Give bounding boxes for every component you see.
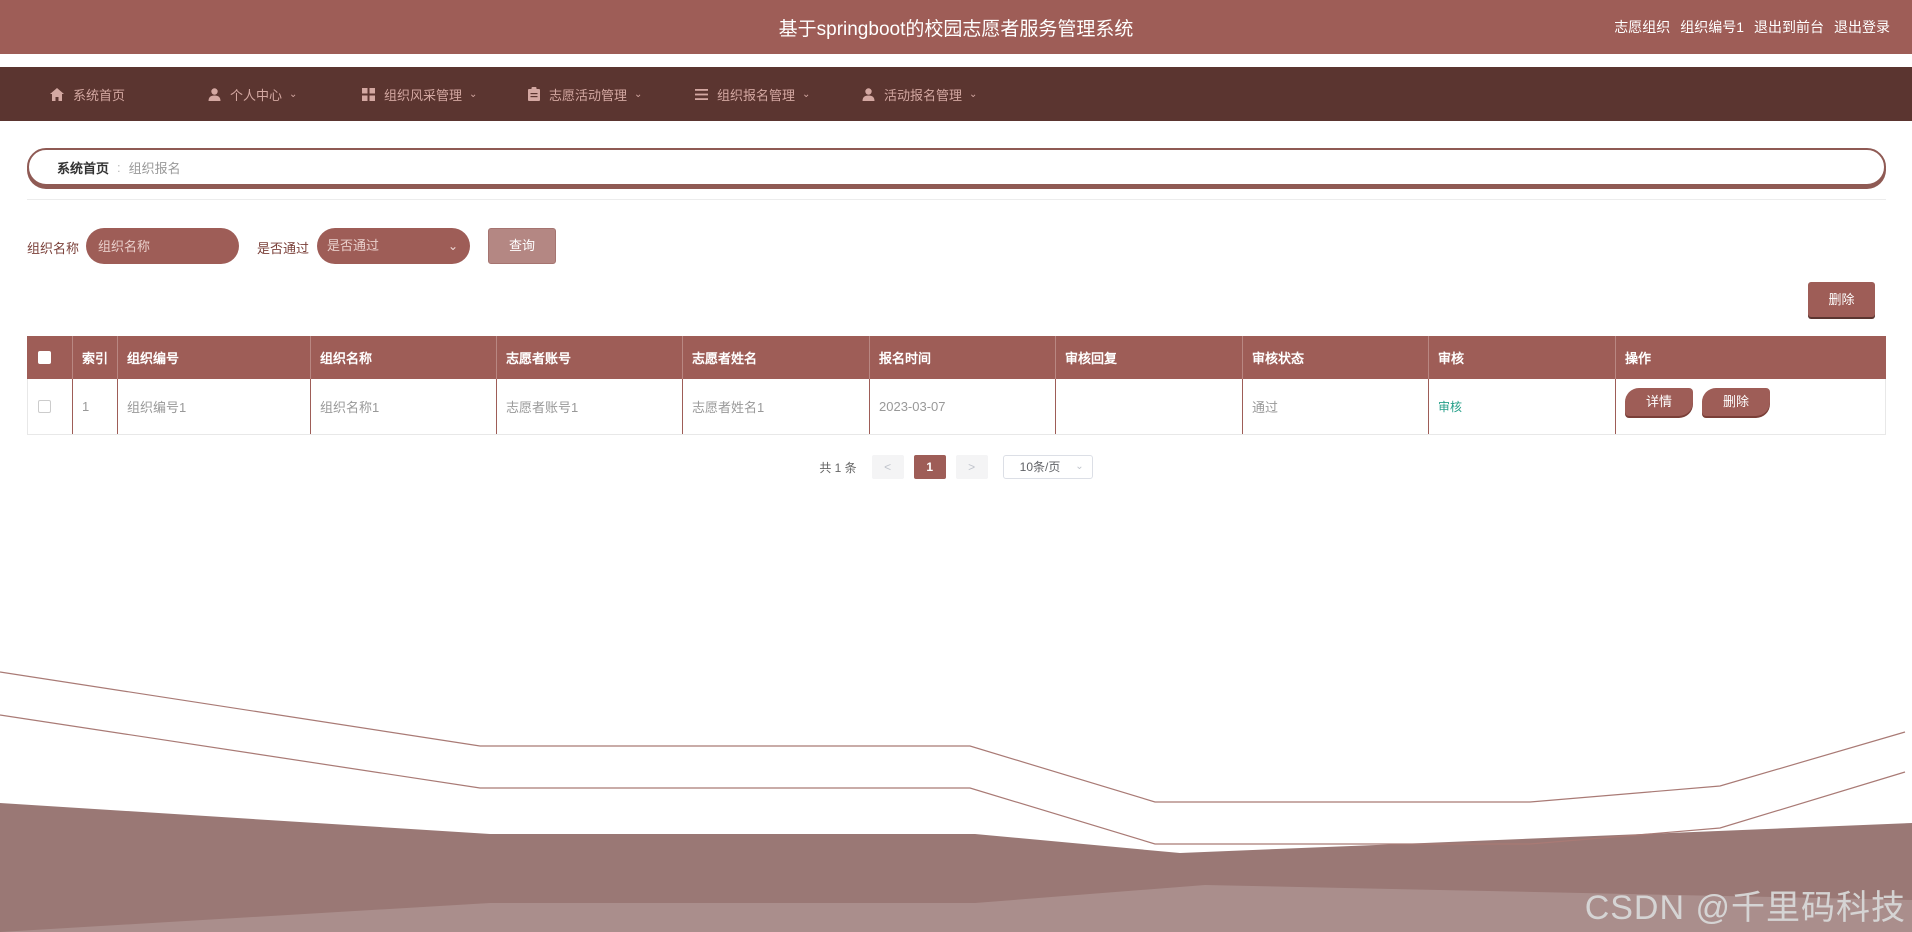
batch-delete-button[interactable]: 删除 [1808,282,1875,317]
select-all-cell [27,336,73,379]
top-bar: 基于springboot的校园志愿者服务管理系统 志愿组织 组织编号1 退出到前… [0,0,1912,54]
column-header: 审核状态 [1243,336,1429,379]
breadcrumb: 系统首页 : 组织报名 [27,148,1886,186]
nav-item-activity-signup[interactable]: 活动报名管理 ⌄ [862,67,977,121]
cell-audit-status: 通过 [1243,379,1429,434]
column-header: 报名时间 [870,336,1056,379]
list-icon [695,88,708,100]
row-checkbox[interactable] [38,400,51,413]
nav-item-label: 活动报名管理 [884,87,963,103]
column-header: 审核回复 [1056,336,1243,379]
cell-org-name: 组织名称1 [311,379,497,434]
pagination: 共 1 条 < 1 > 10条/页 ⌄ [0,455,1912,479]
chevron-down-icon: ⌄ [969,88,978,100]
column-header: 索引 [73,336,118,379]
nav-item-org-showcase[interactable]: 组织风采管理 ⌄ [362,67,477,121]
chevron-down-icon: ⌄ [1075,461,1084,472]
audit-link[interactable]: 审核 [1438,398,1462,415]
column-header: 志愿者姓名 [683,336,870,379]
select-all-checkbox[interactable] [38,351,51,364]
logout-link[interactable]: 退出登录 [1834,17,1890,37]
row-delete-button[interactable]: 删除 [1702,388,1770,416]
cell-signup-time: 2023-03-07 [870,379,1056,434]
cell-audit-reply [1056,379,1243,434]
table-row: 1 组织编号1 组织名称1 志愿者账号1 志愿者姓名1 2023-03-07 通… [27,379,1886,435]
column-header: 组织编号 [118,336,311,379]
grid-icon [362,87,375,101]
chevron-down-icon: ⌄ [469,88,478,100]
query-button[interactable]: 查询 [488,228,556,264]
breadcrumb-separator: : [117,159,121,175]
cell-volunteer-account: 志愿者账号1 [497,379,683,434]
nav-item-profile[interactable]: 个人中心 ⌄ [208,67,297,121]
nav-item-label: 个人中心 [230,87,283,103]
nav-item-org-signup[interactable]: 组织报名管理 ⌄ [695,67,810,121]
nav-item-label: 志愿活动管理 [549,87,628,103]
prev-page-button[interactable]: < [871,455,904,479]
chevron-down-icon: ⌄ [289,88,298,100]
user-name: 组织编号1 [1680,19,1744,35]
user-area: 志愿组织 组织编号1 退出到前台 退出登录 [1614,17,1890,37]
cell-audit: 审核 [1429,379,1616,434]
passed-label: 是否通过 [257,241,310,256]
next-page-button[interactable]: > [955,455,988,479]
column-header: 志愿者账号 [497,336,683,379]
pagination-total: 共 1 条 [819,460,857,475]
user-icon [208,87,221,101]
chevron-down-icon: ⌄ [447,239,458,253]
user-icon [862,87,875,101]
nav-item-label: 组织报名管理 [717,87,796,103]
breadcrumb-current: 组织报名 [128,160,181,176]
back-to-front-link[interactable]: 退出到前台 [1754,17,1824,37]
passed-select-value: 是否通过 [327,238,380,253]
column-header: 组织名称 [311,336,497,379]
org-name-label: 组织名称 [27,241,80,256]
signup-table: 索引 组织编号 组织名称 志愿者账号 志愿者姓名 报名时间 审核回复 审核状态 … [27,336,1886,435]
nav-item-volunteer-activity[interactable]: 志愿活动管理 ⌄ [528,67,642,121]
table-header: 索引 组织编号 组织名称 志愿者账号 志愿者姓名 报名时间 审核回复 审核状态 … [27,336,1886,379]
home-icon [50,87,64,101]
page-size-value: 10条/页 [1019,460,1061,474]
breadcrumb-home[interactable]: 系统首页 [57,158,109,177]
org-name-input[interactable] [86,228,239,264]
row-select-cell [28,379,73,434]
watermark: CSDN @千里码科技 [1584,889,1906,927]
detail-button[interactable]: 详情 [1625,388,1693,416]
nav-item-label: 组织风采管理 [384,87,463,103]
cell-index: 1 [73,379,118,434]
passed-select[interactable]: 是否通过 ⌄ [317,228,470,264]
main-nav: 系统首页 个人中心 ⌄ 组织风采管理 ⌄ 志愿活动管理 ⌄ 组织报名管理 ⌄ 活… [0,67,1912,121]
cell-actions: 详情 删除 [1616,379,1885,434]
page-number[interactable]: 1 [913,455,946,479]
cell-org-no: 组织编号1 [118,379,311,434]
divider [27,199,1886,200]
column-header: 操作 [1625,351,1652,366]
cell-volunteer-name: 志愿者姓名1 [683,379,870,434]
clipboard-icon [528,87,540,101]
nav-item-label: 系统首页 [73,87,126,103]
nav-item-home[interactable]: 系统首页 [50,67,125,121]
chevron-down-icon: ⌄ [802,88,811,100]
chevron-down-icon: ⌄ [634,88,643,100]
column-header: 审核 [1429,336,1616,379]
user-role: 志愿组织 [1614,19,1671,35]
page-size-select[interactable]: 10条/页 ⌄ [1002,455,1093,479]
